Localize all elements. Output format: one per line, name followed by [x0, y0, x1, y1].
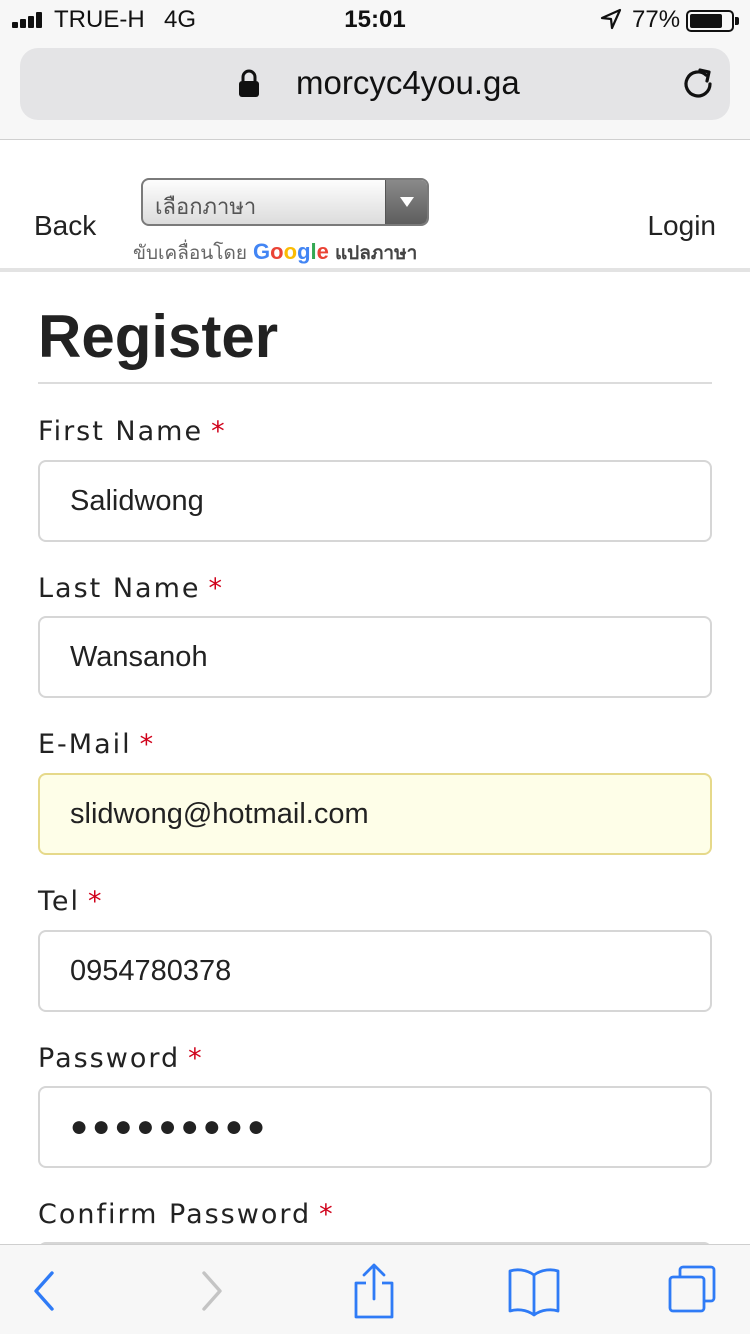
tabs-icon[interactable]	[664, 1261, 720, 1317]
last-name-input[interactable]: Wansanoh	[38, 616, 712, 698]
required-marker: *	[211, 416, 227, 447]
email-field[interactable]: slidwong@hotmail.com	[38, 773, 712, 855]
status-bar: TRUE-H 4G 15:01 77%	[0, 0, 750, 40]
forward-chevron-icon[interactable]	[196, 1261, 226, 1313]
chevron-down-icon	[400, 197, 414, 207]
address-bar[interactable]: morcyc4you.ga	[20, 48, 730, 120]
required-marker: *	[139, 729, 156, 760]
google-logo[interactable]: Google	[253, 239, 329, 264]
field-label-text: Confirm Password	[38, 1199, 312, 1230]
tel-input[interactable]: 0954780378	[38, 930, 712, 1012]
url-text: morcyc4you.ga	[296, 64, 520, 101]
google-translate-attribution: ขับเคลื่อนโดย Google แปลภาษา	[133, 238, 417, 268]
google-letter: e	[316, 239, 329, 264]
required-marker: *	[208, 573, 224, 604]
field-label-text: Tel	[38, 886, 81, 917]
field-label-text: Password	[38, 1043, 181, 1074]
password-label: Password *	[38, 1043, 204, 1074]
field-label-text: Last Name	[38, 573, 201, 604]
dropdown-button[interactable]	[385, 180, 427, 224]
battery-icon	[686, 10, 739, 32]
bookmarks-icon[interactable]	[506, 1261, 562, 1317]
required-marker: *	[88, 886, 104, 917]
google-letter: G	[253, 239, 271, 264]
field-label-text: First Name	[38, 416, 204, 447]
location-arrow-icon	[600, 8, 622, 30]
browser-toolbar	[0, 1244, 750, 1334]
back-link[interactable]: Back	[34, 210, 96, 242]
first-name-input[interactable]: Salidwong	[38, 460, 712, 542]
back-chevron-icon[interactable]	[28, 1261, 58, 1313]
language-select-value: เลือกภาษา	[155, 195, 257, 220]
password-input[interactable]: ●●●●●●●●●	[38, 1086, 712, 1168]
page-title: Register	[38, 303, 279, 370]
tel-label: Tel *	[38, 886, 104, 917]
required-marker: *	[188, 1043, 204, 1074]
translate-link[interactable]: แปลภาษา	[335, 242, 417, 264]
reload-icon[interactable]	[680, 66, 716, 102]
title-divider	[38, 382, 712, 384]
google-letter: o	[283, 239, 298, 264]
powered-by-text: ขับเคลื่อนโดย	[133, 242, 247, 264]
field-label-text: E-Mail	[38, 729, 132, 760]
last-name-label: Last Name *	[38, 573, 224, 604]
confirm-password-label: Confirm Password *	[38, 1199, 335, 1230]
language-select[interactable]: เลือกภาษา	[141, 178, 429, 226]
browser-top-chrome: TRUE-H 4G 15:01 77% morcyc4you.ga	[0, 0, 750, 140]
share-icon[interactable]	[352, 1261, 396, 1321]
lock-icon	[239, 69, 259, 97]
required-marker: *	[319, 1199, 335, 1230]
login-link[interactable]: Login	[647, 210, 716, 242]
email-label: E-Mail *	[38, 729, 155, 760]
google-letter: g	[297, 239, 311, 264]
first-name-label: First Name *	[38, 416, 227, 447]
page-header: Back เลือกภาษา ขับเคลื่อนโดย Google แปลภ…	[0, 140, 750, 272]
battery-percent: 77%	[632, 6, 681, 33]
google-letter: o	[270, 239, 284, 264]
